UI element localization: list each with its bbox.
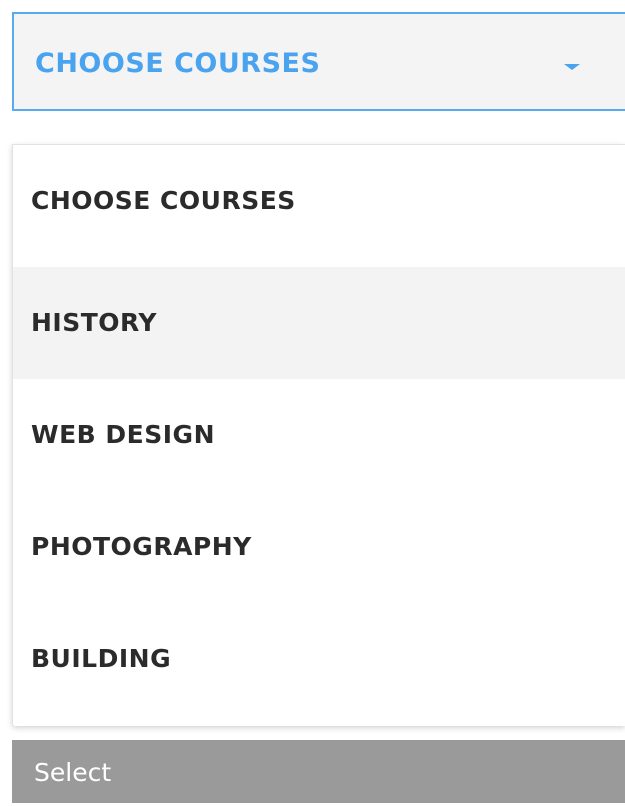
option-building[interactable]: BUILDING <box>13 603 625 715</box>
option-web-design[interactable]: WEB DESIGN <box>13 379 625 491</box>
caption-bar: Select <box>12 740 625 803</box>
course-dropdown-list: CHOOSE COURSES HISTORY WEB DESIGN PHOTOG… <box>12 144 625 726</box>
select-current-value: CHOOSE COURSES <box>35 48 321 79</box>
option-choose-courses[interactable]: CHOOSE COURSES <box>13 145 625 257</box>
option-photography[interactable]: PHOTOGRAPHY <box>13 491 625 603</box>
caption-label: Select <box>34 758 112 787</box>
course-select[interactable]: CHOOSE COURSES <box>12 12 625 111</box>
caret-down-icon[interactable] <box>564 64 580 70</box>
option-history[interactable]: HISTORY <box>13 267 625 379</box>
